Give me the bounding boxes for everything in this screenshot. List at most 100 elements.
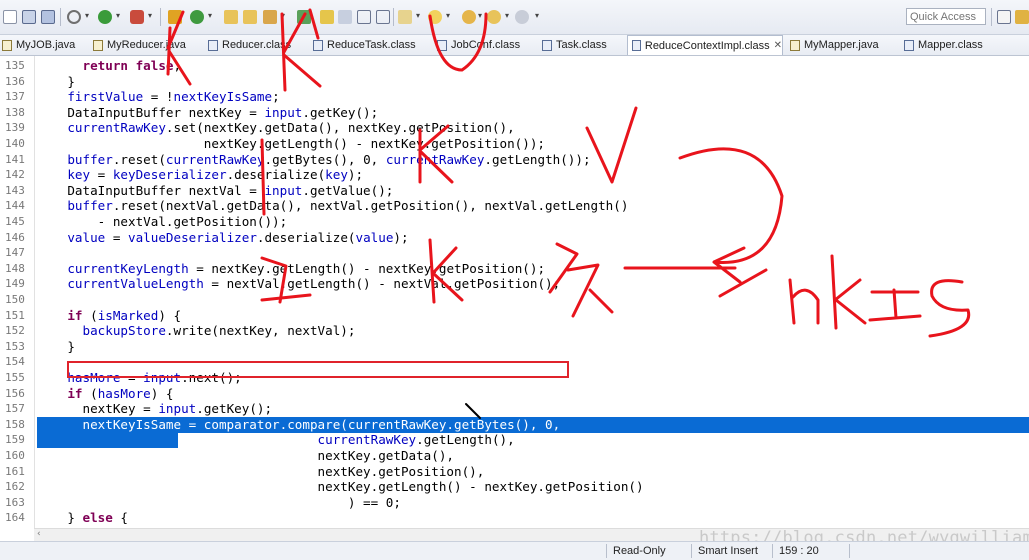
chevron-down-icon[interactable]: ▾	[446, 11, 450, 20]
code-line[interactable]: 145 - nextVal.getPosition());	[0, 214, 1029, 230]
code-line[interactable]: 161 nextKey.getPosition(),	[0, 464, 1029, 480]
code-text: }	[37, 338, 75, 354]
code-line[interactable]: 159 currentRawKey.getLength(),	[0, 432, 1029, 449]
chevron-down-icon[interactable]: ▾	[148, 11, 152, 20]
refresh-icon[interactable]	[190, 10, 204, 24]
line-number: 145	[5, 215, 25, 228]
forward-arrow-icon[interactable]	[515, 10, 529, 24]
tab-myreducer[interactable]: MyReducer.java	[93, 35, 201, 55]
code-text: key = keyDeserializer.deserialize(key);	[67, 167, 364, 183]
open-folder-icon[interactable]	[224, 10, 238, 24]
code-line[interactable]: 138 DataInputBuffer nextKey = input.getK…	[0, 105, 1029, 121]
code-line[interactable]: 139 currentRawKey.set(nextKey.getData(),…	[0, 120, 1029, 136]
save-all-icon[interactable]	[41, 10, 55, 24]
code-line[interactable]: 146 value = valueDeserializer.deserializ…	[0, 230, 1029, 246]
status-cursor-position: 159 : 20	[779, 545, 819, 557]
bulb-icon[interactable]	[428, 10, 442, 24]
code-text: currentRawKey.set(nextKey.getData(), nex…	[67, 120, 515, 136]
code-text: buffer.reset(nextVal.getData(), nextVal.…	[67, 198, 629, 214]
tab-task[interactable]: Task.class	[542, 35, 622, 55]
highlight-box	[67, 361, 569, 378]
java-perspective-icon[interactable]	[1015, 10, 1029, 24]
code-line[interactable]: 158 nextKeyIsSame = comparator.compare(c…	[0, 416, 1029, 433]
toolbar-separator	[160, 8, 161, 26]
tab-reducecontextimpl[interactable]: ReduceContextImpl.class ✕	[627, 35, 783, 55]
pin-icon[interactable]	[297, 10, 311, 24]
code-text: currentRawKey.getLength(),	[317, 432, 515, 448]
chevron-down-icon[interactable]: ▾	[116, 11, 120, 20]
java-file-icon	[2, 39, 12, 51]
code-line[interactable]: 152 backupStore.write(nextKey, nextVal);	[0, 323, 1029, 339]
line-number: 136	[5, 74, 25, 88]
class-file-icon	[904, 39, 914, 51]
tab-mymapper[interactable]: MyMapper.java	[790, 35, 888, 55]
status-separator	[691, 544, 692, 558]
tab-reducer[interactable]: Reducer.class	[208, 35, 314, 55]
code-line[interactable]: 153 }	[0, 339, 1029, 355]
tab-myjob[interactable]: MyJOB.java	[0, 35, 80, 55]
line-number: 163	[5, 495, 25, 509]
chevron-down-icon[interactable]: ▾	[478, 11, 482, 20]
chevron-down-icon[interactable]: ▾	[535, 11, 539, 20]
code-line[interactable]: 157 nextKey = input.getKey();	[0, 401, 1029, 417]
class-file-icon	[313, 39, 323, 51]
tab-jobconf[interactable]: JobConf.class	[437, 35, 532, 55]
code-line[interactable]: 156 if (hasMore) {	[0, 386, 1029, 402]
status-bar: Read-Only Smart Insert 159 : 20	[0, 541, 1029, 560]
line-number: 155	[5, 371, 25, 384]
code-text: backupStore.write(nextKey, nextVal);	[82, 323, 356, 339]
chevron-down-icon[interactable]: ▾	[505, 11, 509, 20]
block-icon[interactable]	[357, 10, 371, 24]
gear-icon[interactable]	[67, 10, 81, 24]
code-line[interactable]: 143 DataInputBuffer nextVal = input.getV…	[0, 183, 1029, 199]
code-text: nextKeyIsSame = comparator.compare(curre…	[37, 416, 561, 432]
quick-access-input[interactable]	[906, 8, 986, 25]
back-icon[interactable]	[462, 10, 476, 24]
pencil-icon[interactable]	[338, 10, 352, 24]
code-line[interactable]: 147	[0, 245, 1029, 261]
code-line[interactable]: 140 nextKey.getLength() - nextKey.getPos…	[0, 136, 1029, 152]
code-line[interactable]: 150	[0, 292, 1029, 308]
code-line[interactable]: 162 nextKey.getLength() - nextKey.getPos…	[0, 479, 1029, 495]
code-line[interactable]: 142 key = keyDeserializer.deserialize(ke…	[0, 167, 1029, 183]
code-line[interactable]: 137 firstValue = !nextKeyIsSame;	[0, 89, 1029, 105]
tab-mapper[interactable]: Mapper.class	[904, 35, 994, 55]
chevron-down-icon[interactable]: ▾	[281, 11, 285, 20]
chevron-down-icon[interactable]: ▾	[85, 11, 89, 20]
chevron-down-icon[interactable]: ▾	[416, 11, 420, 20]
open-type-icon[interactable]	[243, 10, 257, 24]
code-line[interactable]: 135 return false;	[0, 58, 1029, 74]
tab-label: Reducer.class	[222, 39, 292, 51]
code-line[interactable]: 151 if (isMarked) {	[0, 308, 1029, 324]
code-line[interactable]: 144 buffer.reset(nextVal.getData(), next…	[0, 198, 1029, 214]
code-line[interactable]: 148 currentKeyLength = nextKey.getLength…	[0, 261, 1029, 277]
code-line[interactable]: 136 }	[0, 74, 1029, 90]
new-icon[interactable]	[3, 10, 17, 24]
code-editor[interactable]: 135 return false; 136 } 137 firstValue = !…	[0, 56, 1029, 528]
line-number: 151	[5, 308, 25, 322]
line-number: 158	[5, 417, 25, 431]
annotation-icon[interactable]	[398, 10, 412, 24]
new-java-icon[interactable]	[168, 10, 182, 24]
code-line[interactable]: 164 } else {	[0, 510, 1029, 526]
code-line[interactable]: 163 ) == 0;	[0, 495, 1029, 511]
code-line[interactable]: 141 buffer.reset(currentRawKey.getBytes(…	[0, 152, 1029, 168]
back-arrow-icon[interactable]	[487, 10, 501, 24]
code-text: nextKey = input.getKey();	[37, 401, 273, 417]
brush-icon[interactable]	[263, 10, 277, 24]
class-file-icon	[208, 39, 218, 51]
run-icon[interactable]	[98, 10, 112, 24]
scroll-left-icon[interactable]: ‹	[37, 529, 41, 539]
line-number: 160	[5, 449, 25, 462]
close-icon[interactable]: ✕	[774, 40, 782, 51]
highlight-icon[interactable]	[320, 10, 334, 24]
save-icon[interactable]	[22, 10, 36, 24]
chevron-down-icon[interactable]: ▾	[208, 11, 212, 20]
tab-reducetask[interactable]: ReduceTask.class	[313, 35, 425, 55]
perspective-icon[interactable]	[997, 10, 1011, 24]
pilcrow-icon[interactable]	[376, 10, 390, 24]
class-file-icon	[542, 39, 552, 51]
debug-icon[interactable]	[130, 10, 144, 24]
code-line[interactable]: 160 nextKey.getData(),	[0, 448, 1029, 464]
code-line[interactable]: 149 currentValueLength = nextVal.getLeng…	[0, 276, 1029, 292]
